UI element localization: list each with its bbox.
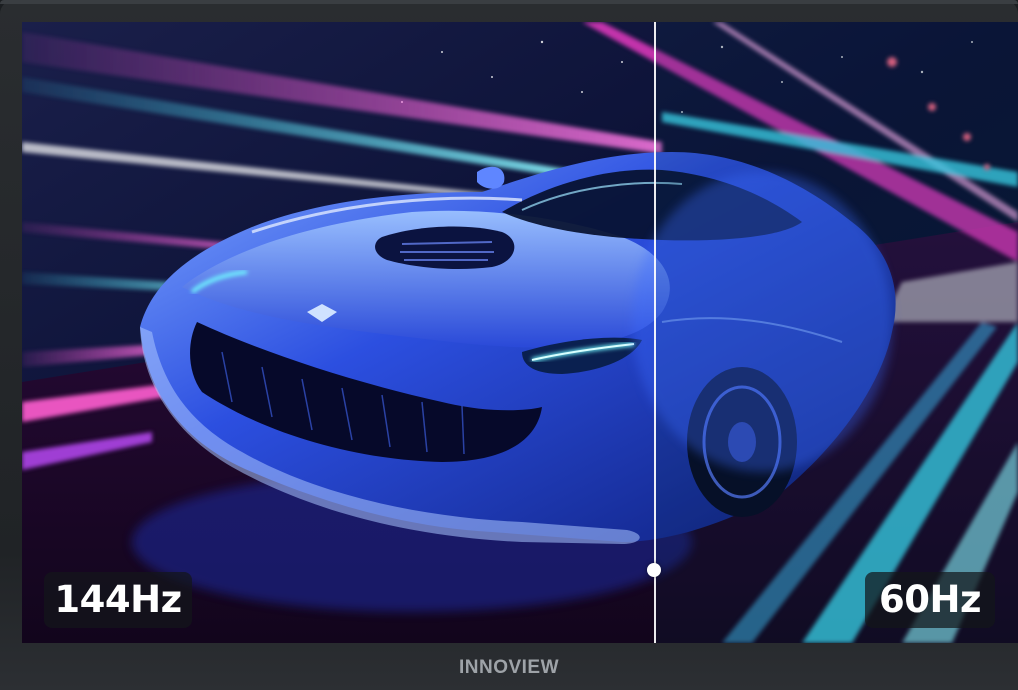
brand-logo: INNOVIEW	[458, 657, 560, 678]
comparison-slider-handle[interactable]	[647, 563, 661, 577]
monitor-frame: 144Hz 60Hz INNOVIEW	[0, 0, 1018, 690]
refresh-rate-label-60hz: 60Hz	[865, 572, 995, 628]
refresh-rate-label-144hz: 144Hz	[44, 572, 192, 628]
comparison-divider[interactable]	[654, 22, 656, 643]
bezel-top-edge	[0, 0, 1018, 4]
car-scene-illustration	[22, 22, 1018, 643]
monitor-screen: 144Hz 60Hz	[22, 22, 1018, 643]
